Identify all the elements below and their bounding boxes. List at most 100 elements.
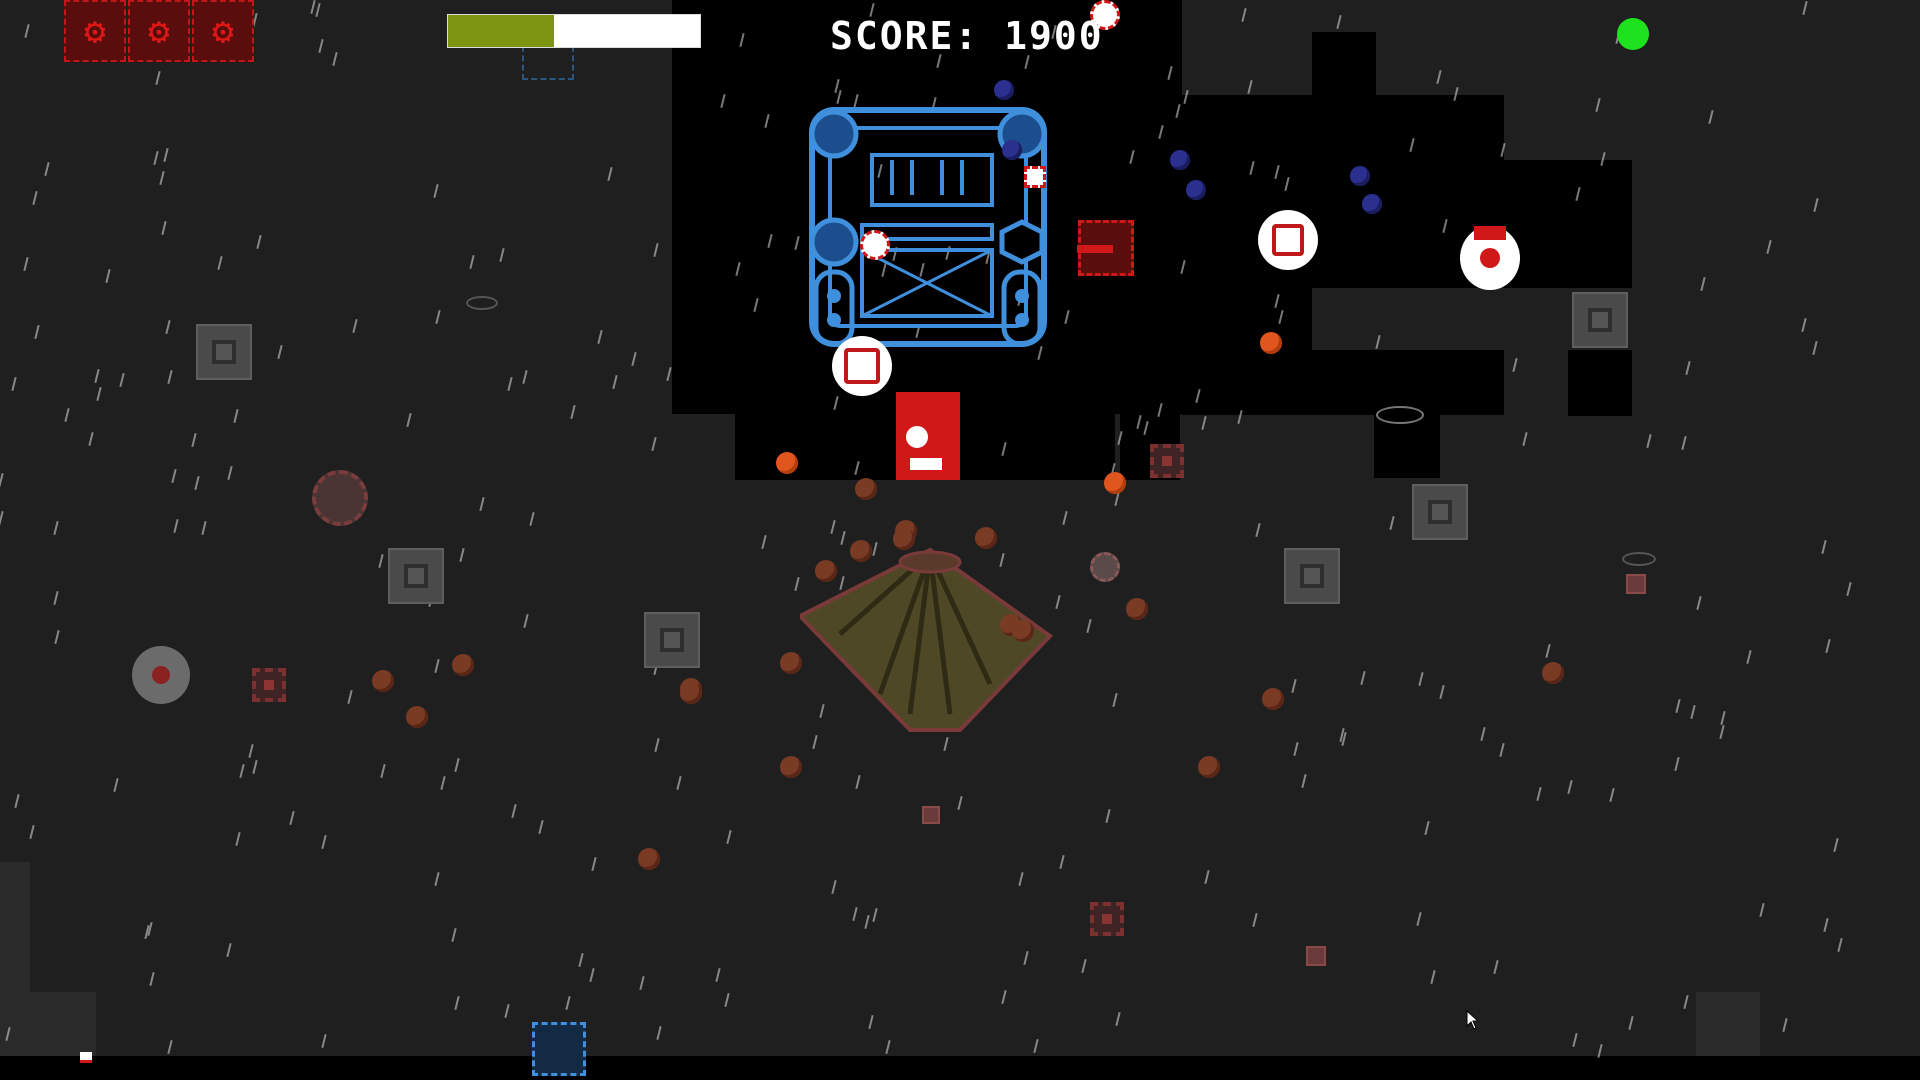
raindrop [163,147,169,163]
raindrop [0,510,4,526]
raindrop [0,472,4,488]
lava-pellet [776,452,798,474]
raindrop [53,520,59,536]
lava-pellet [780,652,802,674]
raindrop [840,530,846,546]
raindrop [321,834,327,850]
raindrop [235,831,241,847]
raindrop [1846,581,1852,597]
raindrop [1683,994,1689,1010]
raindrop [715,967,721,983]
raindrop [656,1025,662,1041]
raindrop [1115,1011,1121,1027]
raindrop [459,547,465,563]
raindrop [1241,7,1247,23]
raindrop [651,436,657,452]
crate [196,324,252,380]
raindrop [191,432,197,448]
raindrop [1001,989,1007,1005]
mine [252,668,286,702]
lava-pellet [372,670,394,692]
raindrop [1430,969,1436,985]
red-tank-player [896,392,960,480]
raindrop [676,775,682,791]
turret-dim [1090,552,1120,582]
raindrop [1759,902,1765,918]
mine-small [922,806,940,824]
raindrop [1059,854,1065,870]
mouse-cursor-icon [1466,1010,1480,1030]
raindrop [479,496,485,512]
raindrop [23,256,29,272]
raindrop [1690,704,1696,720]
lava-pellet [780,756,802,778]
raindrop [171,468,177,484]
raindrop [44,161,50,177]
mine [1150,444,1184,478]
raindrop [1812,340,1818,356]
raindrop [852,906,858,922]
target-top [1474,226,1506,240]
status-indicator [1617,18,1649,50]
raindrop [1821,539,1827,555]
raindrop [454,995,460,1011]
floor-patch [0,862,30,992]
raindrop [54,629,60,645]
raindrop [347,689,353,705]
raindrop [1628,1015,1634,1031]
raindrop [885,1039,891,1055]
raindrop [434,658,440,674]
raindrop [1567,779,1573,795]
raindrop [406,412,412,428]
raindrop [868,1014,874,1030]
raindrop [511,803,517,819]
raindrop [1837,937,1843,953]
crate [1284,548,1340,604]
game-stage[interactable]: ⚙ ⚙ ⚙ SCORE: 1900 [0,0,1920,1080]
raindrop [639,975,645,991]
raindrop [1708,109,1714,125]
raindrop [113,777,119,793]
raindrop [378,553,384,569]
raindrop [161,220,167,236]
raindrop [504,1003,510,1019]
raindrop [1719,724,1725,740]
raindrop [1416,911,1422,927]
raindrop [1112,692,1118,708]
raindrop [1746,649,1752,665]
player-turret [902,422,932,452]
purple-blob [1362,194,1382,214]
raindrop [1681,435,1687,451]
raindrop [1247,79,1253,95]
floor-patch [1312,288,1562,350]
mine [1090,902,1124,936]
raindrop [507,376,513,392]
enemy-barrel [1077,245,1113,253]
lava-pellet [1012,620,1034,642]
raindrop [380,763,386,779]
raindrop [1674,756,1680,772]
lava-pellet [975,527,997,549]
purple-blob [1002,140,1022,160]
raindrop [32,190,38,206]
health-bar-fill [448,15,554,47]
raindrop [612,374,618,390]
raindrop [194,475,200,491]
lives-display: ⚙ ⚙ ⚙ [64,0,254,64]
raindrop [522,369,528,385]
score-label: SCORE: 1900 [830,14,1104,58]
raindrop [943,736,949,752]
red-marker [80,1052,92,1063]
raindrop [1823,917,1829,933]
raindrop [277,344,283,360]
raindrop [1114,491,1120,507]
raindrop [1572,1032,1578,1048]
raindrop [1493,959,1499,975]
raindrop [105,268,111,284]
raindrop [1646,433,1652,449]
raindrop [523,613,529,629]
raindrop [433,183,439,199]
raindrop [830,519,836,535]
blue-tank-enemy [522,46,574,80]
raindrop [201,520,207,536]
